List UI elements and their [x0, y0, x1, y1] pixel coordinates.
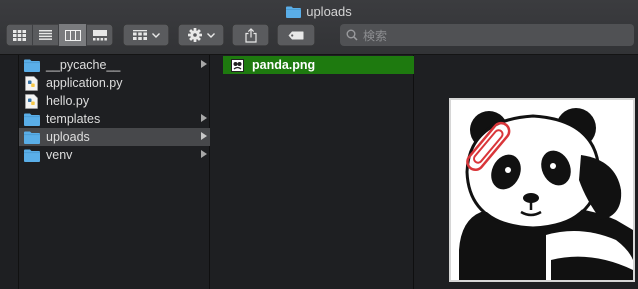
gallery-view-button[interactable]	[87, 24, 113, 46]
item-label: panda.png	[252, 58, 316, 72]
item-label: hello.py	[46, 94, 90, 108]
list-item-hello-py[interactable]: hello.py	[19, 92, 210, 110]
panda-image-preview	[449, 98, 635, 282]
search-icon	[346, 29, 358, 41]
panda-drawing	[451, 100, 633, 280]
icon-view-button[interactable]	[6, 24, 33, 46]
group-by-button[interactable]	[123, 24, 169, 46]
list-item-panda-png[interactable]: panda.png	[223, 56, 414, 74]
item-label: venv	[46, 148, 73, 162]
chevron-right-icon	[201, 114, 207, 122]
chevron-right-icon	[201, 60, 207, 68]
window-title: uploads	[0, 4, 638, 19]
list-item-application-py[interactable]: application.py	[19, 74, 210, 92]
list-icon	[39, 30, 52, 40]
chevron-right-icon	[201, 132, 207, 140]
uploads-column[interactable]: panda.png	[210, 55, 414, 289]
share-icon	[244, 27, 257, 43]
list-item-pycache[interactable]: __pycache__	[19, 56, 210, 74]
item-label: application.py	[46, 76, 123, 90]
list-view-button[interactable]	[33, 24, 59, 46]
project-column[interactable]: __pycache__ application.py hello.py temp…	[0, 55, 210, 289]
tags-button[interactable]	[277, 24, 315, 46]
item-label: __pycache__	[46, 58, 121, 72]
python-file-icon	[25, 75, 38, 91]
group-grid-icon	[132, 29, 147, 40]
chevron-down-icon	[206, 32, 215, 38]
tag-icon	[288, 31, 304, 39]
item-label: templates	[46, 112, 101, 126]
view-mode-control	[6, 24, 113, 46]
gallery-icon	[93, 29, 107, 40]
search-field[interactable]: 検索	[340, 24, 634, 46]
column-view-button[interactable]	[59, 24, 87, 46]
folder-icon	[286, 6, 302, 18]
chevron-down-icon	[151, 32, 160, 38]
folder-icon	[23, 149, 40, 162]
share-button[interactable]	[232, 24, 269, 46]
window-title-text: uploads	[306, 4, 352, 19]
gear-icon	[187, 28, 202, 42]
folder-icon	[23, 131, 40, 144]
python-file-icon	[25, 93, 38, 109]
columns-icon	[64, 29, 81, 41]
folder-icon	[23, 59, 40, 72]
search-placeholder: 検索	[363, 28, 388, 43]
toolbar: uploads 検索	[0, 0, 638, 55]
previous-column-edge	[0, 55, 19, 289]
folder-icon	[23, 113, 40, 126]
list-item-uploads[interactable]: uploads	[19, 128, 210, 146]
item-label: uploads	[46, 130, 90, 144]
image-file-icon	[231, 58, 244, 72]
list-item-venv[interactable]: venv	[19, 146, 210, 164]
action-menu-button[interactable]	[178, 24, 224, 46]
chevron-right-icon	[201, 150, 207, 158]
icon-grid-icon	[12, 29, 26, 41]
list-item-templates[interactable]: templates	[19, 110, 210, 128]
